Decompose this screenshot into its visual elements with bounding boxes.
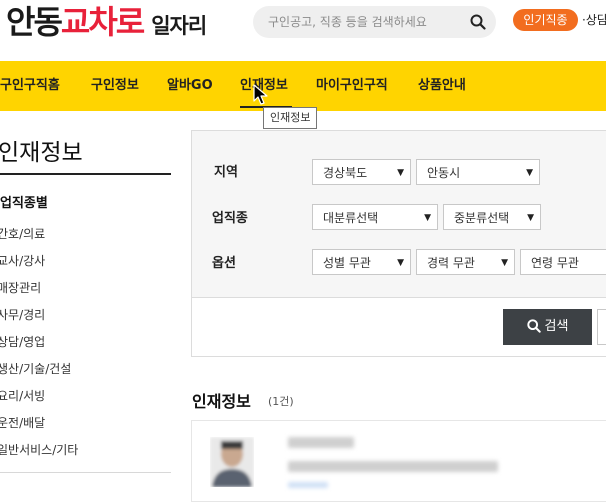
popular-jobs-badge: 인기직종 (513, 9, 578, 31)
sidebar-item-delivery[interactable]: 운전/배달 (0, 414, 45, 431)
nav-item-my-jobs[interactable]: 마이구인구직 (316, 61, 388, 111)
search-icon (526, 319, 541, 333)
gender-value: 성별 무관 (323, 256, 371, 270)
career-select[interactable]: 경력 무관 ▼ (416, 249, 515, 275)
job-major-value: 대분류선택 (323, 211, 379, 225)
logo-text-jobs: 일자리 (151, 14, 207, 38)
region-province-value: 경상북도 (323, 166, 368, 180)
results-count: (1건) (268, 395, 294, 408)
age-value: 연령 무관 (531, 256, 579, 270)
nav-item-albago[interactable]: 알바GO (167, 61, 213, 111)
popular-jobs-rolling-text[interactable]: ·상담 (582, 9, 606, 31)
search-icon[interactable] (470, 14, 486, 30)
region-label: 지역 (214, 165, 238, 180)
search-button-label: 검색 (544, 319, 569, 334)
blurred-summary (288, 461, 498, 472)
search-input[interactable]: 구인공고, 직종 등을 검색하세요 (268, 6, 427, 38)
job-middle-value: 중분류선택 (454, 211, 510, 225)
sidebar-title: 인재정보 (0, 140, 83, 166)
sidebar-item-production[interactable]: 생산/기술/건설 (0, 360, 71, 377)
sidebar-item-office[interactable]: 사무/경리 (0, 306, 45, 323)
sidebar-item-cooking[interactable]: 요리/서빙 (0, 387, 45, 404)
sidebar-category-title: 업직종별 (0, 196, 48, 211)
logo-text-andong: 안동 (6, 3, 63, 41)
chevron-down-icon: ▼ (501, 258, 508, 268)
blurred-tag (288, 482, 328, 488)
job-major-select[interactable]: 대분류선택 ▼ (312, 204, 438, 230)
search-box[interactable]: 구인공고, 직종 등을 검색하세요 (253, 6, 496, 38)
chevron-down-icon: ▼ (424, 213, 431, 223)
blurred-name (288, 437, 354, 448)
chevron-down-icon: ▼ (526, 168, 533, 178)
region-city-select[interactable]: 안동시 ▼ (416, 159, 540, 185)
mouse-cursor-icon (253, 84, 268, 105)
sidebar-bottom-divider (0, 472, 171, 473)
results-title: 인재정보 (192, 392, 251, 411)
search-button[interactable]: 검색 (503, 309, 592, 345)
sidebar-item-general-service[interactable]: 일반서비스/기타 (0, 441, 78, 458)
main-nav: 구인구직홈 구인정보 알바GO 인재정보 마이구인구직 상품안내 (0, 61, 606, 111)
reset-button[interactable] (597, 309, 606, 345)
age-select[interactable]: 연령 무관 (520, 249, 606, 275)
talent-card[interactable] (191, 420, 606, 502)
sidebar-item-store-management[interactable]: 매장관리 (0, 279, 41, 296)
nav-tooltip: 인재정보 (263, 107, 318, 129)
nav-item-job-postings[interactable]: 구인정보 (91, 61, 139, 111)
gender-select[interactable]: 성별 무관 ▼ (312, 249, 411, 275)
job-middle-select[interactable]: 중분류선택 ▼ (443, 204, 541, 230)
nav-item-job-home[interactable]: 구인구직홈 (0, 61, 60, 111)
career-value: 경력 무관 (427, 256, 475, 270)
site-logo[interactable]: 안동교차로 일자리 (6, 2, 207, 42)
chevron-down-icon: ▼ (397, 168, 404, 178)
region-city-value: 안동시 (427, 166, 461, 180)
sidebar-item-nursing[interactable]: 간호/의료 (0, 225, 45, 242)
logo-text-gyocharo: 교차로 (60, 3, 145, 41)
job-type-label: 업직종 (212, 211, 248, 226)
sidebar-item-teacher[interactable]: 교사/강사 (0, 252, 45, 269)
option-label: 옵션 (212, 256, 236, 271)
sidebar-divider (0, 173, 171, 175)
nav-item-products[interactable]: 상품안내 (418, 61, 466, 111)
sidebar-item-sales[interactable]: 상담/영업 (0, 333, 45, 350)
region-province-select[interactable]: 경상북도 ▼ (312, 159, 411, 185)
chevron-down-icon: ▼ (397, 258, 404, 268)
chevron-down-icon: ▼ (527, 213, 534, 223)
avatar (210, 437, 254, 487)
